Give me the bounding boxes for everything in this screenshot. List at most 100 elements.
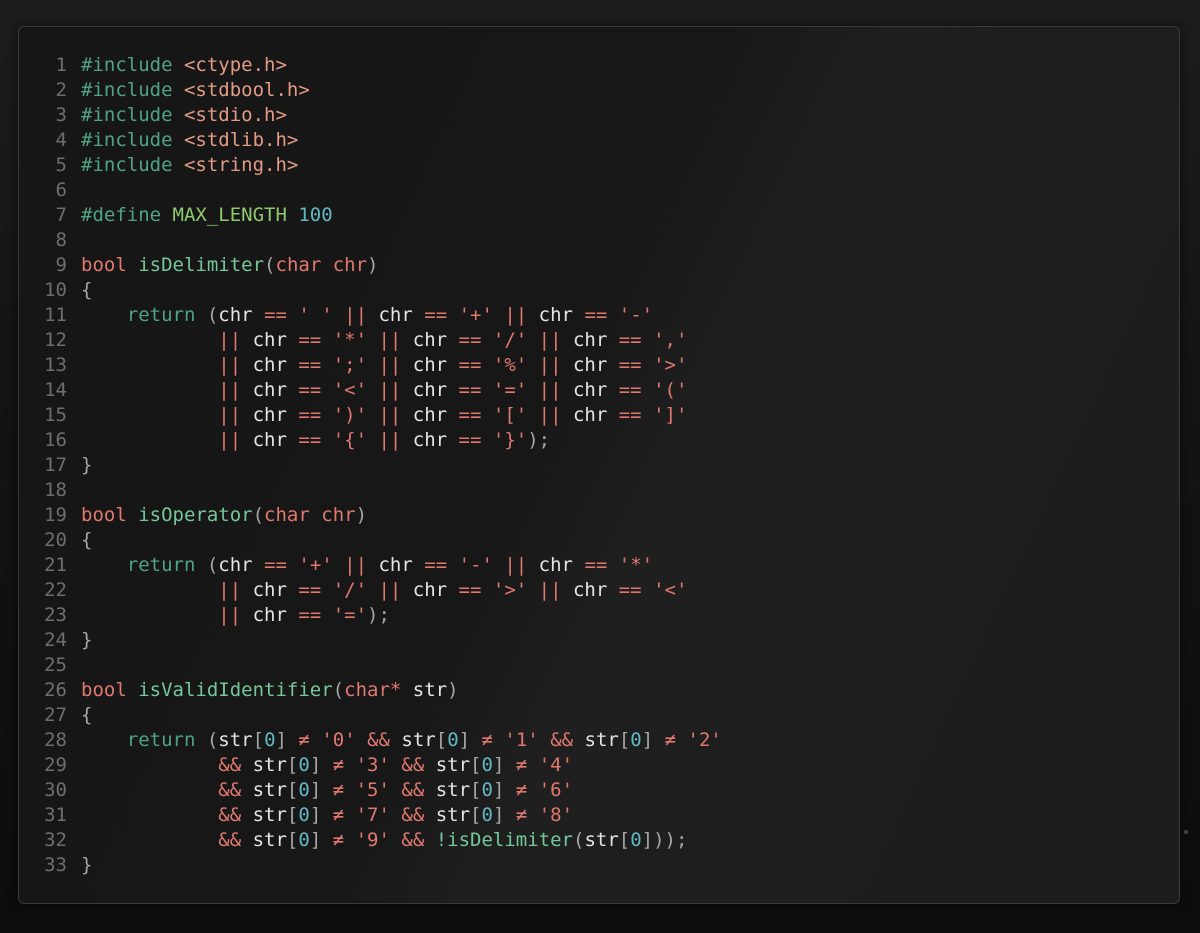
code-token: char* bbox=[344, 679, 413, 701]
code-line[interactable]: 17} bbox=[19, 453, 1179, 478]
code-token: [ bbox=[286, 754, 299, 776]
code-token: ] bbox=[275, 729, 299, 751]
code-token: 100 bbox=[298, 204, 333, 226]
code-token: return bbox=[81, 729, 207, 751]
code-line[interactable]: 32 && str[0] ≠ '9' && !isDelimiter(str[0… bbox=[19, 828, 1179, 853]
code-token: || bbox=[81, 329, 253, 351]
code-line[interactable]: 6 bbox=[19, 178, 1179, 203]
code-line[interactable]: 15 || chr == ')' || chr == '[' || chr ==… bbox=[19, 403, 1179, 428]
code-token: chr bbox=[252, 354, 299, 376]
code-line[interactable]: 21 return (chr == '+' || chr == '-' || c… bbox=[19, 553, 1179, 578]
code-token: == bbox=[584, 304, 619, 326]
code-token: || bbox=[81, 404, 253, 426]
code-line[interactable]: 9 bool isDelimiter(char chr) bbox=[19, 253, 1179, 278]
line-number: 27 bbox=[44, 704, 67, 726]
code-token: } bbox=[81, 629, 93, 651]
code-token: 0 bbox=[630, 729, 642, 751]
code-line[interactable]: 24} bbox=[19, 628, 1179, 653]
code-token: ≠ bbox=[332, 754, 356, 776]
code-line[interactable]: 11 return (chr == ' ' || chr == '+' || c… bbox=[19, 303, 1179, 328]
code-token: <stdbool.h> bbox=[183, 79, 310, 101]
line-number: 1 bbox=[55, 54, 67, 76]
line-number: 3 bbox=[55, 104, 67, 126]
code-line[interactable]: 20 { bbox=[19, 528, 1179, 553]
code-token: && bbox=[401, 754, 436, 776]
code-line[interactable]: 16 || chr == '{' || chr == '}'); bbox=[19, 428, 1179, 453]
code-token: ] bbox=[641, 729, 665, 751]
code-line[interactable]: 3 #include <stdio.h> bbox=[19, 103, 1179, 128]
code-line[interactable]: 29 && str[0] ≠ '3' && str[0] ≠ '4' bbox=[19, 753, 1179, 778]
code-token: '8' bbox=[538, 804, 574, 826]
code-text: { bbox=[67, 278, 92, 303]
code-token: chr bbox=[412, 429, 459, 451]
code-line[interactable]: 28 return (str[0] ≠ '0' && str[0] ≠ '1' … bbox=[19, 728, 1179, 753]
code-token: chr bbox=[332, 254, 368, 276]
line-number: 13 bbox=[44, 354, 67, 376]
code-line[interactable]: 27 { bbox=[19, 703, 1179, 728]
code-line[interactable]: 7 #define MAX_LENGTH 100 bbox=[19, 203, 1179, 228]
code-token: chr bbox=[378, 304, 425, 326]
code-token: str bbox=[584, 829, 619, 851]
code-token: '6' bbox=[538, 779, 574, 801]
code-line[interactable]: 26 bool isValidIdentifier(char* str) bbox=[19, 678, 1179, 703]
code-token: [ bbox=[470, 804, 482, 826]
code-line[interactable]: 23 || chr == '='); bbox=[19, 603, 1179, 628]
code-token: == bbox=[424, 554, 459, 576]
code-line[interactable]: 1 #include <ctype.h> bbox=[19, 53, 1179, 78]
code-token: <ctype.h> bbox=[183, 54, 287, 76]
code-token: str bbox=[435, 754, 471, 776]
line-number: 2 bbox=[55, 79, 67, 101]
code-line[interactable]: 33} bbox=[19, 853, 1179, 878]
code-line[interactable]: 22 || chr == '/' || chr == '>' || chr ==… bbox=[19, 578, 1179, 603]
code-line[interactable]: 10 { bbox=[19, 278, 1179, 303]
code-token: str bbox=[252, 754, 287, 776]
code-token: ')' bbox=[332, 404, 379, 426]
code-text: || chr == ')' || chr == '[' || chr == ']… bbox=[67, 403, 687, 428]
code-token: { bbox=[81, 704, 93, 726]
code-token: chr bbox=[412, 404, 459, 426]
code-token: '7' bbox=[355, 804, 402, 826]
code-token: || bbox=[344, 304, 379, 326]
code-token: bool bbox=[81, 254, 139, 276]
code-token: || bbox=[378, 579, 413, 601]
code-token: '[' bbox=[492, 404, 539, 426]
code-token: == bbox=[618, 379, 654, 401]
code-token: isDelimiter bbox=[138, 254, 265, 276]
code-token: && bbox=[81, 779, 253, 801]
code-line[interactable]: 8 bbox=[19, 228, 1179, 253]
code-token: ';' bbox=[332, 354, 379, 376]
code-line[interactable]: 5 #include <string.h> bbox=[19, 153, 1179, 178]
code-token: return bbox=[81, 554, 207, 576]
code-line[interactable]: 4 #include <stdlib.h> bbox=[19, 128, 1179, 153]
code-text: bool isDelimiter(char chr) bbox=[67, 253, 378, 278]
code-line[interactable]: 18 bbox=[19, 478, 1179, 503]
code-token: '2' bbox=[687, 729, 722, 751]
code-line[interactable]: 30 && str[0] ≠ '5' && str[0] ≠ '6' bbox=[19, 778, 1179, 803]
code-line[interactable]: 12 || chr == '*' || chr == '/' || chr ==… bbox=[19, 328, 1179, 353]
decorative-dot bbox=[1184, 830, 1188, 834]
code-token: '0' bbox=[321, 729, 368, 751]
code-token: == bbox=[458, 329, 493, 351]
code-text: #define MAX_LENGTH 100 bbox=[67, 203, 333, 228]
code-view[interactable]: 1 #include <ctype.h> 2 #include <stdbool.h>… bbox=[19, 53, 1179, 878]
code-line[interactable]: 2 #include <stdbool.h> bbox=[19, 78, 1179, 103]
line-number: 18 bbox=[44, 479, 67, 501]
code-token: char bbox=[264, 504, 322, 526]
code-token: == bbox=[458, 579, 493, 601]
code-line[interactable]: 13 || chr == ';' || chr == '%' || chr ==… bbox=[19, 353, 1179, 378]
code-line[interactable]: 19 bool isOperator(char chr) bbox=[19, 503, 1179, 528]
code-token: #include bbox=[81, 129, 184, 151]
code-line[interactable]: 14 || chr == '<' || chr == '=' || chr ==… bbox=[19, 378, 1179, 403]
line-number: 7 bbox=[55, 204, 67, 226]
code-line[interactable]: 25 bbox=[19, 653, 1179, 678]
code-token: ≠ bbox=[515, 804, 539, 826]
code-token: == bbox=[298, 604, 333, 626]
code-token: [ bbox=[470, 779, 482, 801]
code-token: chr bbox=[252, 579, 299, 601]
line-number: 23 bbox=[44, 604, 67, 626]
code-text: && str[0] ≠ '3' && str[0] ≠ '4' bbox=[67, 753, 573, 778]
code-token: == bbox=[618, 579, 654, 601]
code-line[interactable]: 31 && str[0] ≠ '7' && str[0] ≠ '8' bbox=[19, 803, 1179, 828]
code-token: '5' bbox=[355, 779, 402, 801]
code-token: [ bbox=[286, 804, 299, 826]
